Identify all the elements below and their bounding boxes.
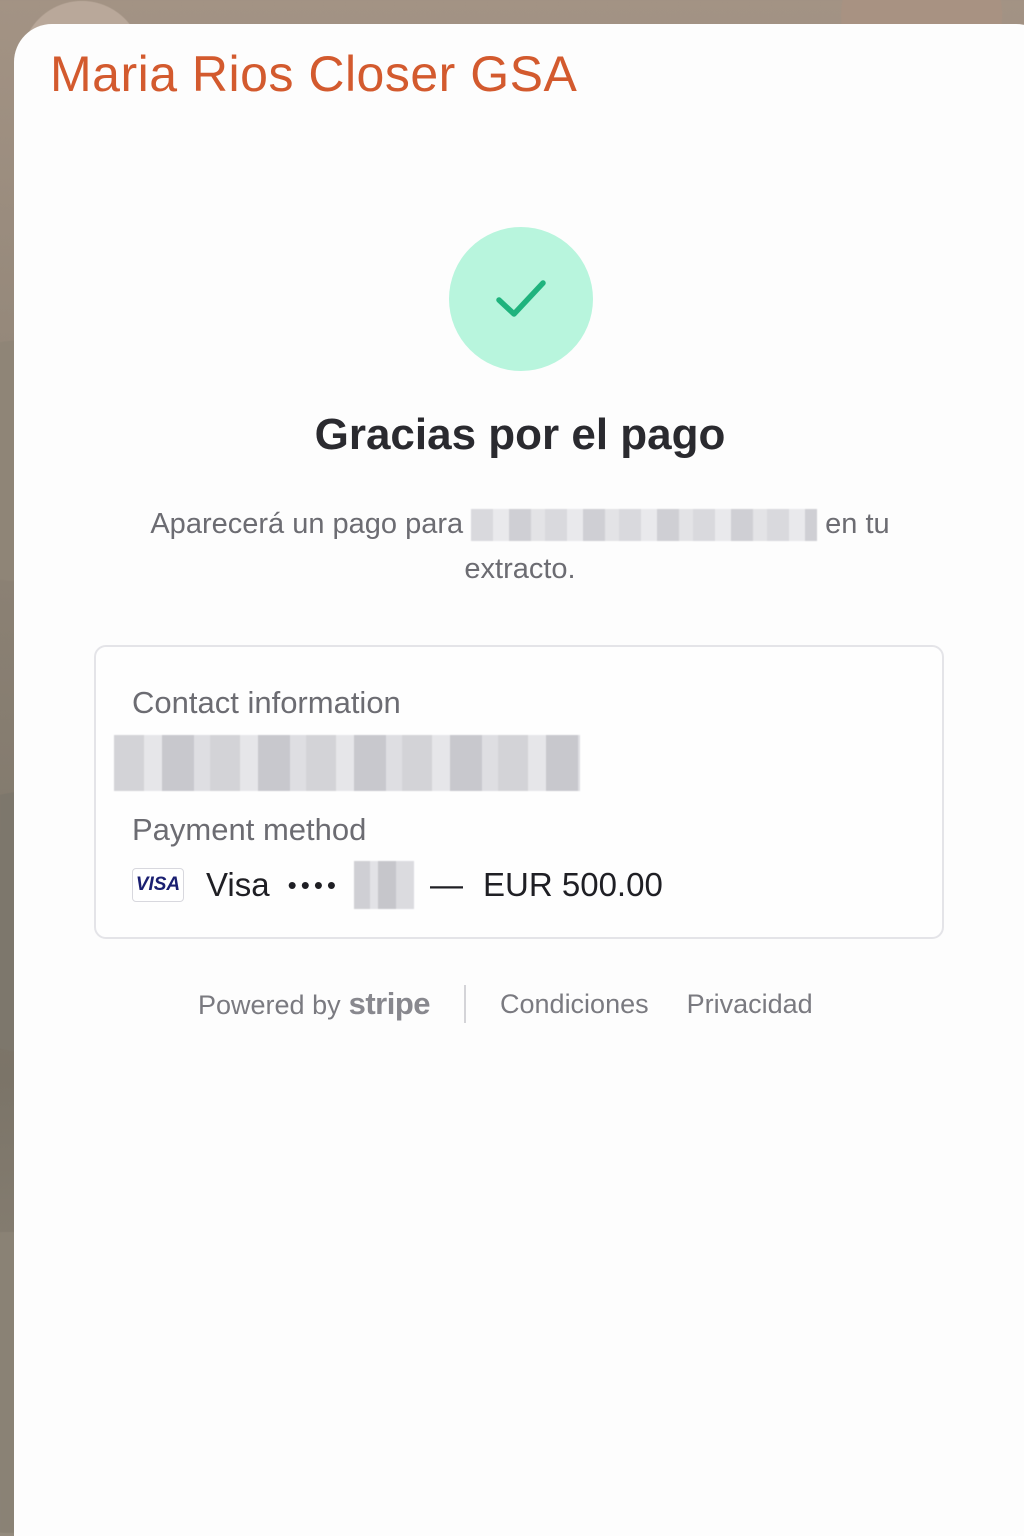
card-brand: Visa — [206, 866, 270, 903]
message-prefix: Aparecerá un pago para — [150, 508, 464, 540]
footer-divider — [464, 985, 467, 1023]
privacy-link[interactable]: Privacidad — [687, 989, 813, 1020]
checkout-sheet: Maria Rios Closer GSA Gracias por el pag… — [14, 24, 1024, 1536]
merchant-title: Maria Rios Closer GSA — [50, 46, 578, 102]
payment-amount: EUR 500.00 — [483, 866, 663, 903]
redacted-email — [114, 735, 580, 791]
success-badge — [449, 227, 593, 371]
redacted-last4 — [354, 861, 415, 909]
powered-by-stripe-link[interactable]: Powered by stripe — [198, 986, 431, 1022]
masked-card-dots: •••• — [287, 869, 341, 900]
separator-dash: — — [430, 866, 464, 903]
payment-details-card: Contact information Payment method VISA … — [94, 645, 944, 939]
contact-info-label: Contact information — [132, 685, 401, 720]
terms-link[interactable]: Condiciones — [500, 989, 649, 1020]
payment-method-label: Payment method — [132, 812, 367, 847]
statement-message: Aparecerá un pago para en tu extracto. — [100, 502, 940, 592]
stripe-logo: stripe — [348, 986, 431, 1021]
redacted-descriptor — [471, 509, 818, 542]
confirmation-heading: Gracias por el pago — [314, 410, 726, 459]
powered-by-label: Powered by — [198, 990, 341, 1020]
visa-card-icon: VISA — [132, 868, 184, 902]
check-icon — [496, 280, 546, 317]
payment-method-row: VISA Visa •••• — EUR 500.00 — [132, 861, 663, 909]
footer: Powered by stripe Condiciones Privacidad — [198, 985, 813, 1023]
